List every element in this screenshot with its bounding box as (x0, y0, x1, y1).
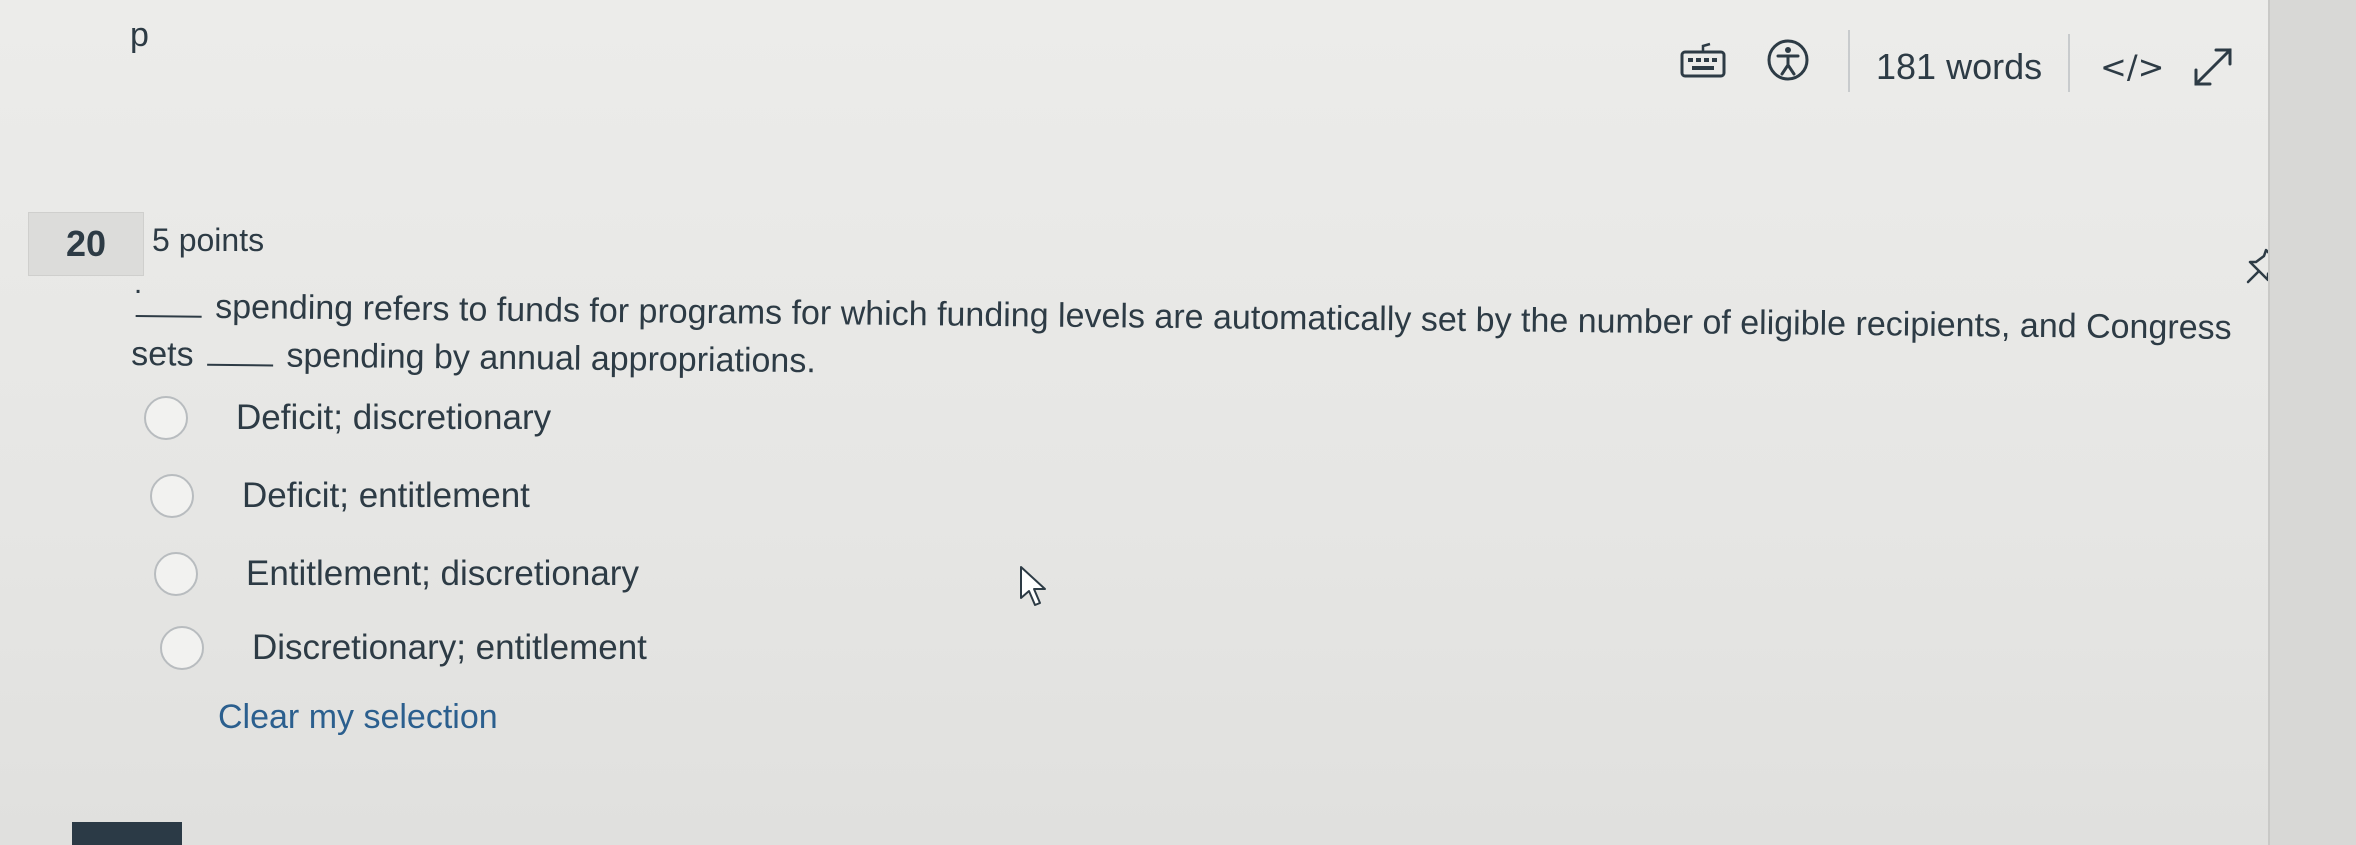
next-button-edge[interactable] (72, 822, 182, 845)
blank-line (135, 295, 202, 318)
toolbar-separator (1848, 30, 1850, 92)
word-count: 181 words (1876, 46, 2043, 87)
answer-option[interactable]: Entitlement; discretionary (154, 552, 639, 596)
blank-line (206, 343, 274, 367)
question-text-part2: spending by annual appropriations. (286, 336, 816, 381)
radio-button[interactable] (154, 552, 198, 596)
fullscreen-icon[interactable] (2190, 44, 2236, 90)
radio-button[interactable] (144, 396, 188, 440)
answer-label[interactable]: Deficit; discretionary (236, 398, 551, 438)
mouse-pointer-icon (1020, 566, 1046, 606)
toolbar-separator (2068, 34, 2070, 92)
radio-button[interactable] (150, 474, 194, 518)
question-number: 20 (28, 212, 144, 276)
answer-option[interactable]: Deficit; entitlement (150, 474, 530, 518)
keyboard-icon[interactable] (1680, 40, 1726, 80)
answer-option[interactable]: Discretionary; entitlement (160, 626, 647, 670)
question-dot: . (133, 267, 143, 301)
editor-path-tag[interactable]: p (130, 16, 149, 55)
quiz-page: p 181 words </> 20 5 points . spending r… (0, 0, 2291, 845)
accessibility-icon[interactable] (1766, 38, 1810, 82)
answer-label[interactable]: Discretionary; entitlement (252, 628, 647, 668)
clear-selection-link[interactable]: Clear my selection (218, 698, 498, 737)
right-gutter (2268, 0, 2356, 845)
question-text: . spending refers to funds for programs … (131, 267, 2282, 401)
question-points: 5 points (152, 222, 265, 258)
answer-option[interactable]: Deficit; discretionary (144, 396, 551, 440)
answer-label[interactable]: Entitlement; discretionary (246, 554, 639, 594)
html-editor-icon[interactable]: </> (2100, 48, 2164, 86)
answer-label[interactable]: Deficit; entitlement (242, 476, 530, 516)
radio-button[interactable] (160, 626, 204, 670)
